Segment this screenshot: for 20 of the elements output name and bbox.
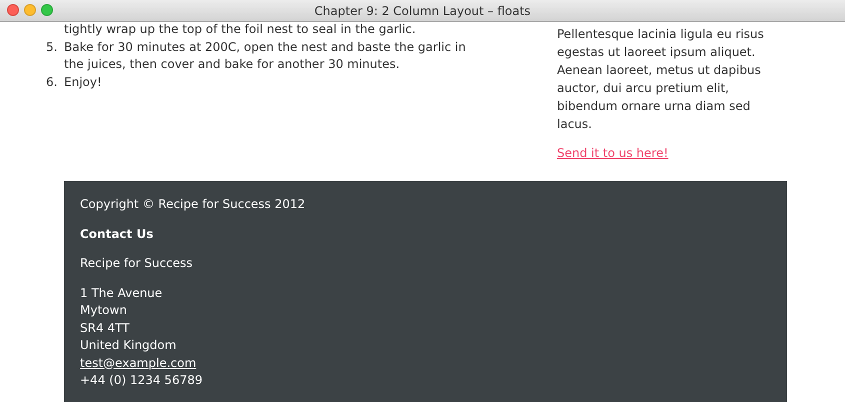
address-line: United Kingdom <box>80 337 178 354</box>
submit-link[interactable]: Send it to us here! <box>557 144 668 162</box>
address-line: 1 The Avenue <box>80 284 164 302</box>
minimize-button[interactable] <box>24 4 36 16</box>
step-number: 6. <box>46 74 58 90</box>
step-text: Bake for 30 minutes at 200C, open the nest and baste the garlic in the juices, then cover and bake for another 30 minutes. <box>64 38 467 73</box>
sidebar-paragraph: Pellentesque lacinia ligula eu risus egestas ut laoreet ipsum aliquet. Aenean laoreet, metus ut dapibus auctor, dui arcu pretium elit, bibendum ornare urna diam sed lacus. <box>557 26 765 133</box>
address-line: Mytown <box>80 302 128 319</box>
window-title: Chapter 9: 2 Column Layout – floats <box>314 2 531 20</box>
copyright-text: Copyright © Recipe for Success 2012 <box>80 196 306 213</box>
zoom-button[interactable] <box>41 4 53 16</box>
address-line: SR4 4TT <box>80 320 130 336</box>
step-text: Enjoy! <box>64 74 102 90</box>
step-number: 5. <box>46 38 58 56</box>
contact-heading: Contact Us <box>80 226 154 242</box>
company-name: Recipe for Success <box>80 255 194 272</box>
close-button[interactable] <box>7 4 19 16</box>
step-text: tightly wrap up the top of the foil nest to seal in the garlic. <box>64 21 416 38</box>
phone-number: +44 (0) 1234 56789 <box>80 372 204 389</box>
email-link[interactable]: test@example.com <box>80 354 196 372</box>
